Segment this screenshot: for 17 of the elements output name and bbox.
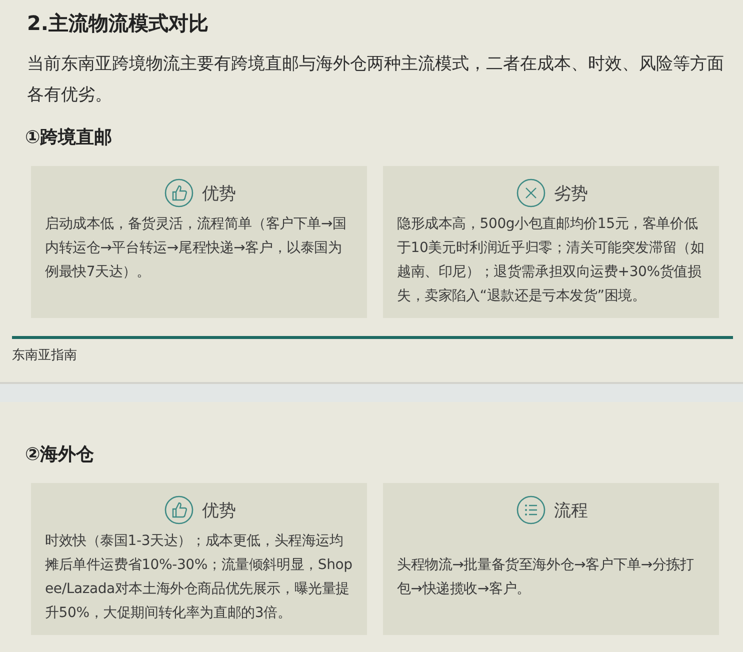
card-text: 隐形成本高，500g小包直邮均价15元，客单价低于10美元时利润近乎归零；清关可能突发滞留（如越南、印尼）；退货需承担双向运费+30%货值损失，卖家陷入“退款还是亏本发货”困境。 [397, 215, 706, 306]
section-title: ①跨境直邮 [25, 126, 114, 149]
thumbs-up-icon [164, 178, 194, 208]
card-title: 优势 [202, 500, 236, 522]
card-text: 启动成本低，备货灵活，流程简单（客户下单→国内转运仓→平台转运→尾程快递→客户，以泰国为例最快7天达）。 [45, 215, 348, 282]
source-caption: 东南亚指南 [12, 347, 78, 364]
thumbs-up-icon [164, 495, 194, 525]
card-text: 头程物流→批量备货至海外仓→客户下单→分拣打包→快递揽收→客户。 [397, 556, 695, 599]
list-icon [516, 495, 546, 525]
close-icon [516, 178, 546, 208]
card-text: 时效快（泰国1-3天达）；成本更低，头程海运均摊后单件运费省10%-30%；流量倾斜明显，Shopee/Lazada对本土海外仓商品优先展示，曝光量提升50%，大促期间转化率为直邮的3倍。 [45, 532, 354, 623]
card-title: 优势 [202, 182, 236, 204]
card-title: 劣势 [554, 182, 588, 204]
section-title: ②海外仓 [25, 443, 96, 466]
card-title: 流程 [554, 500, 588, 522]
article-heading: 2.主流物流模式对比 [27, 10, 210, 37]
intro-paragraph: 当前东南亚跨境物流主要有跨境直邮与海外仓两种主流模式，二者在成本、时效、风险等方面各有优劣。 [27, 53, 725, 107]
